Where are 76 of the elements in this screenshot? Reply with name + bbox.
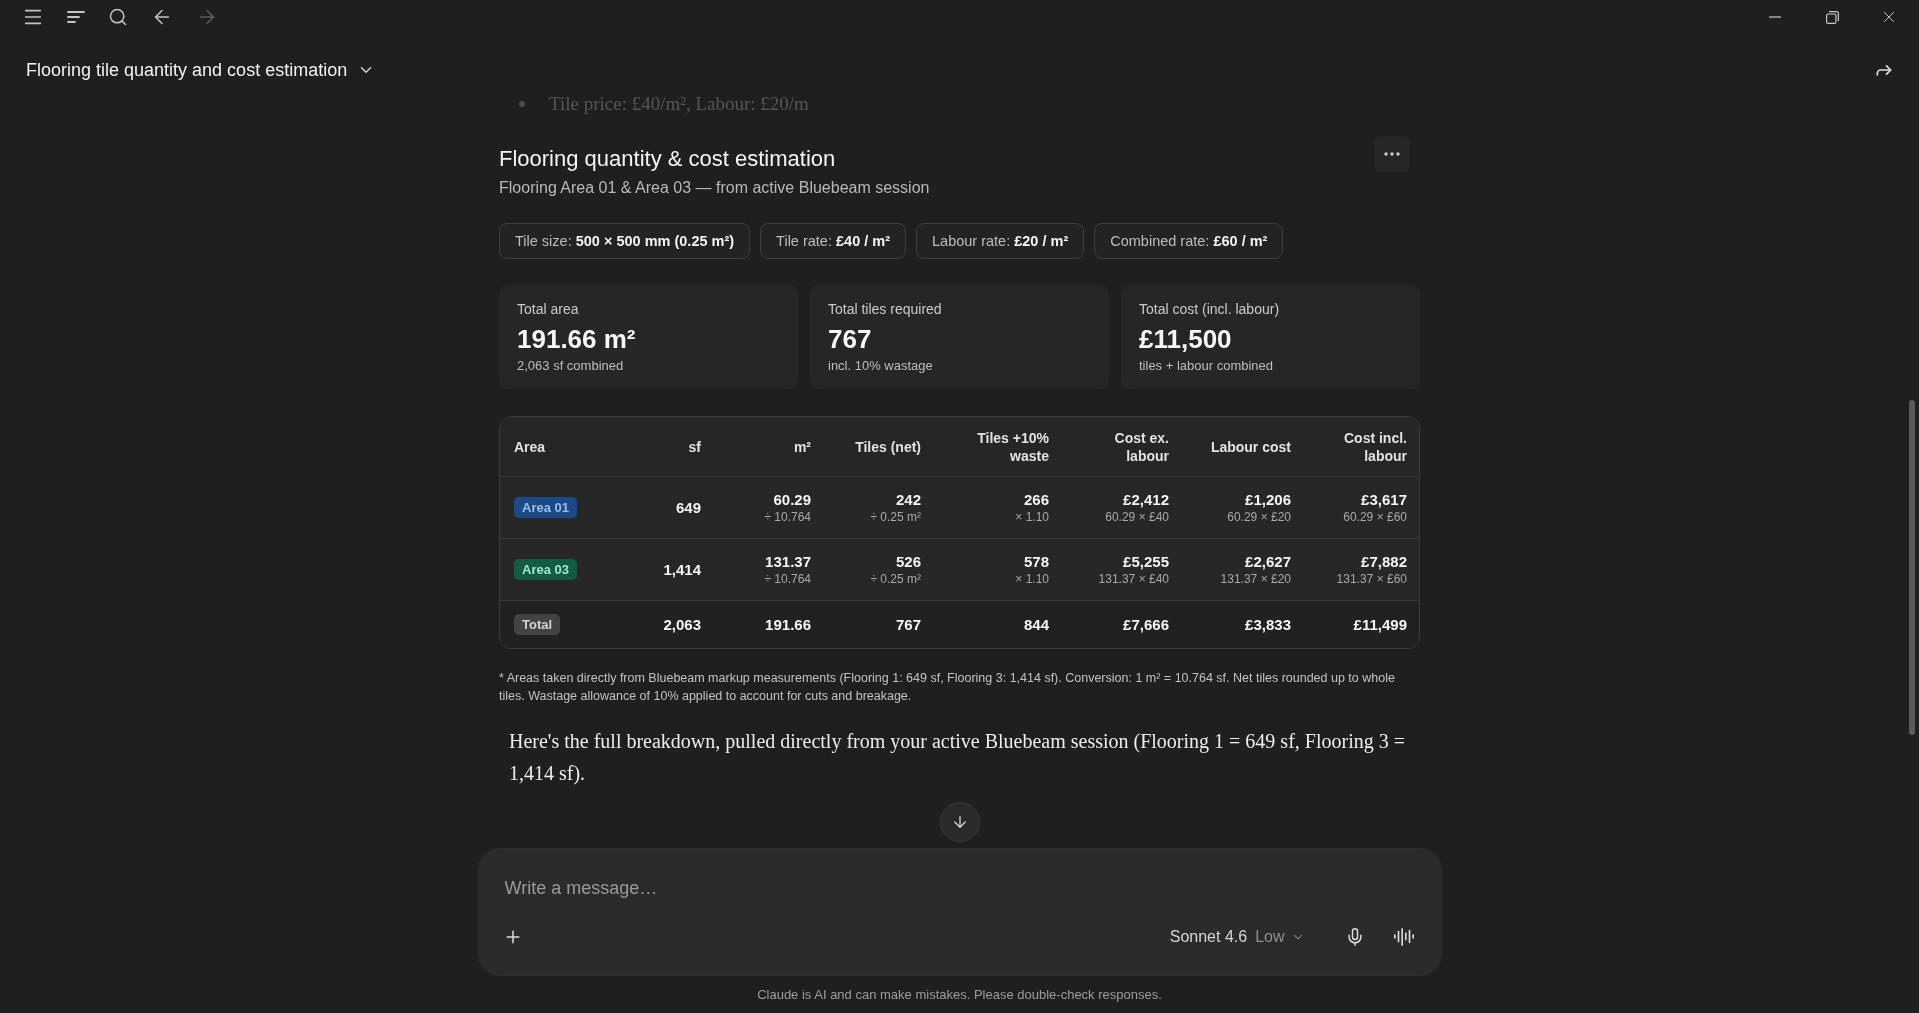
cell-formula: × 1.10 xyxy=(1015,508,1049,525)
cell-value: £7,882 xyxy=(1361,552,1407,571)
cell-formula: 131.37 × £40 xyxy=(1098,570,1169,587)
scroll-down-button[interactable] xyxy=(939,802,980,842)
column-header: Cost ex. labour xyxy=(1113,428,1169,465)
rate-chip: Combined rate: £60 / m² xyxy=(1094,223,1284,259)
model-selector[interactable]: Sonnet 4.6 xyxy=(1169,925,1248,949)
total-value: £11,499 xyxy=(1353,615,1407,634)
cell-value: £3,617 xyxy=(1361,490,1407,509)
audio-waveform-icon[interactable] xyxy=(1392,926,1415,948)
cell-formula: ÷ 0.25 m² xyxy=(870,570,921,587)
cell-value: 266 xyxy=(1023,490,1049,509)
cell-value: 242 xyxy=(895,490,921,509)
cell-value: £1,206 xyxy=(1245,490,1291,509)
cell-formula: ÷ 10.764 xyxy=(764,570,811,587)
more-options-button[interactable] xyxy=(1374,136,1410,172)
table-footnote: * Areas taken directly from Bluebeam markup measurements (Flooring 1: 649 sf, Flooring 3: 1,414 sf). Conversion: 1 m² = 10.764 sf. Net tiles rounded up to whole tiles. Wastage allowance of 10% applied to account for cuts and breakage. xyxy=(499,670,1396,705)
total-value: £3,833 xyxy=(1245,615,1291,634)
stat-note: tiles + labour combined xyxy=(1139,357,1275,375)
cell-formula: 60.29 × £40 xyxy=(1105,508,1169,525)
minimize-icon xyxy=(1769,16,1781,18)
stat-label: Total cost (incl. labour) xyxy=(1139,300,1281,318)
restore-icon xyxy=(1825,10,1839,24)
cell-formula: 131.37 × £20 xyxy=(1220,570,1291,587)
disclaimer-text: Claude is AI and can make mistakes. Please double-check responses. xyxy=(757,986,1162,1004)
cell-formula: ÷ 10.764 xyxy=(764,508,811,525)
column-header: Tiles +10% waste xyxy=(976,428,1049,465)
stat-note: 2,063 sf combined xyxy=(517,357,625,375)
ellipsis-icon xyxy=(1384,152,1400,156)
artifact-subtitle: Flooring Area 01 & Area 03 — from active Bluebeam session xyxy=(499,178,930,198)
stat-label: Total area xyxy=(517,300,580,318)
total-tag: Total xyxy=(514,614,561,635)
column-header: m² xyxy=(793,437,811,456)
artifact-title: Flooring quantity & cost estimation xyxy=(499,145,837,173)
cell-value: £2,412 xyxy=(1123,490,1169,509)
cell-value: 649 xyxy=(675,498,701,517)
cell-value: 60.29 xyxy=(773,490,811,509)
total-value: £7,666 xyxy=(1123,615,1169,634)
cell-formula: 60.29 × £60 xyxy=(1343,508,1407,525)
bullet-icon xyxy=(519,101,525,107)
total-value: 2,063 xyxy=(663,615,701,634)
message-input[interactable]: Write a message… xyxy=(504,874,1415,902)
stat-value: 767 xyxy=(828,323,873,355)
lines-icon[interactable] xyxy=(67,11,85,23)
column-header: Labour cost xyxy=(1210,437,1291,456)
cell-value: 526 xyxy=(895,552,921,571)
cell-value: £5,255 xyxy=(1123,552,1169,571)
cell-formula: 60.29 × £20 xyxy=(1227,508,1291,525)
cell-formula: 131.37 × £60 xyxy=(1336,570,1407,587)
rate-chip: Tile size: 500 × 500 mm (0.25 m²) xyxy=(499,223,751,259)
search-icon[interactable] xyxy=(108,7,128,27)
stat-value: £11,500 xyxy=(1139,323,1233,355)
cell-formula: ÷ 0.25 m² xyxy=(870,508,921,525)
reply-text: Here's the full breakdown, pulled directly from your active Bluebeam session (Flooring 1 = 649 sf, Flooring 3 = 1,414 sf). xyxy=(508,729,1406,787)
stat-note: incl. 10% wastage xyxy=(828,357,934,375)
scrollbar-thumb[interactable] xyxy=(1909,400,1915,735)
cell-value: 1,414 xyxy=(663,560,701,579)
total-value: 767 xyxy=(895,615,921,634)
column-header: Area xyxy=(514,438,546,455)
cell-value: 578 xyxy=(1023,552,1049,571)
area-tag: Area 01 xyxy=(514,497,577,518)
stat-value: 191.66 m² xyxy=(517,323,637,355)
cell-value: 131.37 xyxy=(765,552,811,571)
area-tag: Area 03 xyxy=(514,559,577,580)
cell-formula: × 1.10 xyxy=(1015,570,1049,587)
column-header: sf xyxy=(688,437,701,456)
total-value: 191.66 xyxy=(765,615,811,634)
rate-chip: Labour rate: £20 / m² xyxy=(916,223,1085,259)
column-header: Tiles (net) xyxy=(855,437,921,456)
cell-value: £2,627 xyxy=(1245,552,1291,571)
conversation-title-button[interactable]: Flooring tile quantity and cost estimation xyxy=(26,58,376,82)
stat-label: Total tiles required xyxy=(828,300,943,318)
effort-selector[interactable]: Low xyxy=(1255,925,1305,949)
rate-chip: Tile rate: £40 / m² xyxy=(760,223,906,259)
column-header: Cost incl. labour xyxy=(1343,428,1407,465)
total-value: 844 xyxy=(1023,615,1049,634)
